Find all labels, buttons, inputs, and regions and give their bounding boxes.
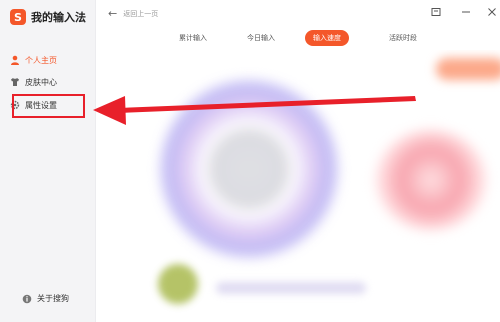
annotation-arrow [93, 96, 416, 125]
